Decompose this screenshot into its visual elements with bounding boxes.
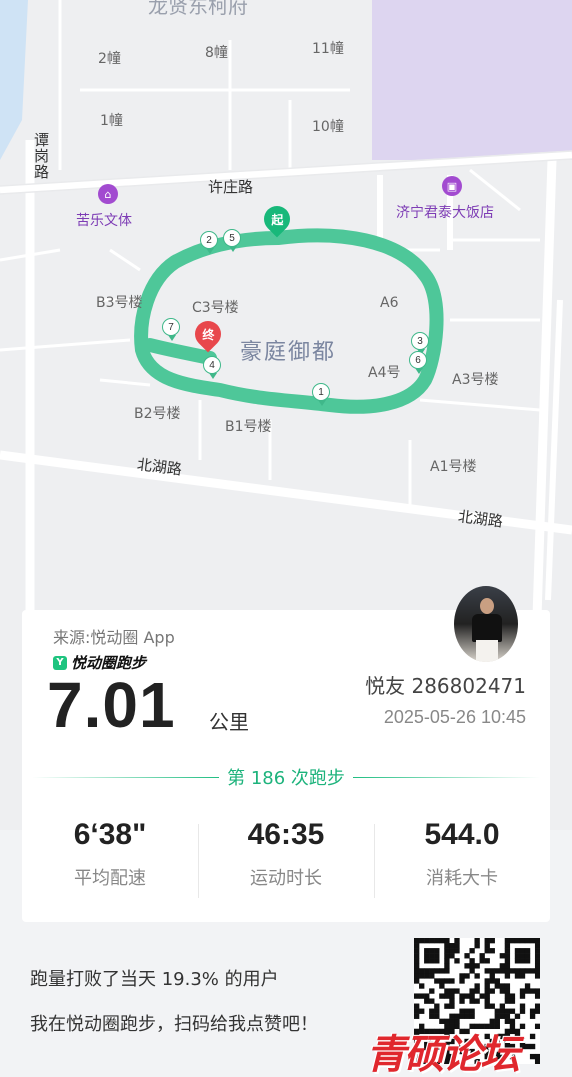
km-marker-5[interactable]: 5 (223, 229, 241, 252)
poi-kule-icon[interactable]: ⌂ (98, 184, 118, 204)
avatar-head-shape (480, 598, 494, 614)
username: 悦友 286802471 (365, 674, 526, 698)
watermark-logo: 青硕论坛 (366, 1032, 520, 1077)
route-start-label: 起 (270, 212, 284, 227)
ranking-text: 跑量打败了当天 19.3% 的用户 (30, 969, 279, 990)
avatar-legs-shape (476, 640, 498, 662)
poi-hotel-icon[interactable]: ▣ (442, 176, 462, 196)
km-marker-4[interactable]: 4 (203, 356, 221, 379)
map-label-a3: A3号楼 (452, 372, 499, 388)
road-label-xuzhuang: 许庄路 (208, 178, 254, 196)
map-label-b3: B3号楼 (96, 295, 143, 311)
km-marker-2[interactable]: 2 (200, 231, 218, 254)
avatar[interactable] (454, 586, 518, 662)
road-label-tangang: 谭岗路 (32, 132, 50, 180)
map-label-b8: 8幢 (205, 45, 228, 61)
stat-calories-value: 544.0 (424, 818, 500, 851)
stat-calories-label: 消耗大卡 (426, 868, 498, 889)
km-marker-1[interactable]: 1 (312, 383, 330, 406)
run-datetime: 2025-05-26 10:45 (383, 707, 526, 727)
map-label-b10: 10幢 (312, 119, 344, 135)
map-label-top: 龙贤东柯府 (148, 0, 248, 18)
share-prompt-text: 我在悦动圈跑步，扫码给我点赞吧！ (30, 1014, 318, 1035)
avatar-torso-shape (472, 614, 502, 642)
km-marker-6[interactable]: 6 (409, 351, 427, 374)
route-end-label: 终 (201, 327, 215, 342)
stats-row: 6‘38" 平均配速 46:35 运动时长 544.0 消耗大卡 (22, 818, 550, 904)
map-label-b1: 1幢 (100, 113, 123, 129)
map-label-b2: 2幢 (98, 51, 121, 67)
poi-label-kule[interactable]: 苦乐文体 (76, 210, 132, 230)
divider-line-left (32, 776, 220, 778)
map-label-a4: A4号 (368, 365, 401, 381)
distance-value: 7.01 (47, 669, 176, 741)
km-marker-3[interactable]: 3 (411, 332, 429, 355)
divider-line-right (352, 776, 540, 778)
stat-duration: 46:35 运动时长 (198, 818, 374, 904)
stat-pace-label: 平均配速 (74, 868, 146, 889)
stat-pace-value: 6‘38" (73, 818, 147, 851)
map-label-b11: 11幢 (312, 41, 344, 57)
run-summary-card: 来源:悦动圈 App Y 悦动圈跑步 7.01 公里 悦友 286802471 … (22, 586, 550, 922)
map-label-a1: A1号楼 (430, 459, 477, 475)
map-label-a6: A6 (380, 295, 399, 311)
run-count: 第 186 次跑步 (227, 768, 345, 789)
stat-duration-value: 46:35 (247, 818, 325, 851)
run-count-divider: 第 186 次跑步 (32, 764, 540, 790)
map-label-b2b: B2号楼 (134, 406, 181, 422)
distance-unit: 公里 (209, 710, 249, 734)
stat-calories: 544.0 消耗大卡 (374, 818, 550, 904)
map-label-b1b: B1号楼 (225, 419, 272, 435)
source-label: 来源:悦动圈 App (53, 628, 175, 647)
map-label-c3: C3号楼 (192, 300, 239, 316)
poi-label-hotel[interactable]: 济宁君泰大饭店 (396, 202, 494, 222)
map-label-haoting: 豪庭御都 (240, 340, 337, 365)
km-marker-7[interactable]: 7 (162, 318, 180, 341)
stat-duration-label: 运动时长 (250, 868, 322, 889)
stat-pace: 6‘38" 平均配速 (22, 818, 198, 904)
